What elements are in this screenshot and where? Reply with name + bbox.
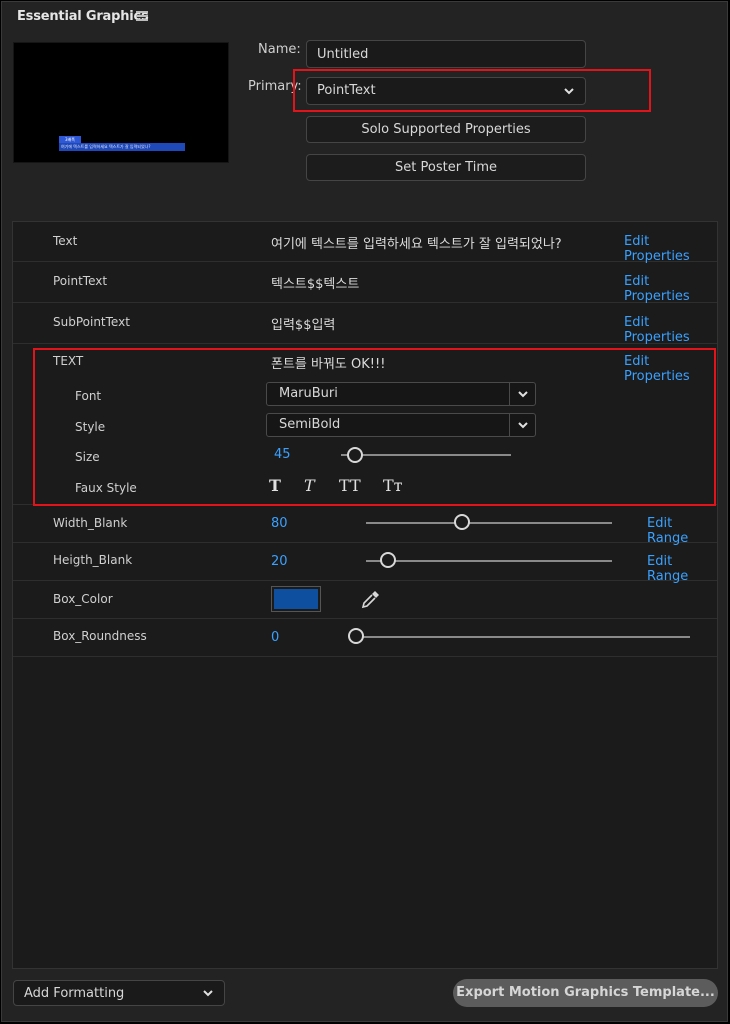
hamburger-icon[interactable] — [136, 11, 148, 22]
font-dropdown-toggle[interactable] — [509, 383, 535, 405]
edit-properties-link[interactable]: Edit Properties — [624, 315, 717, 345]
property-value[interactable]: 폰트를 바꿔도 OK!!! — [271, 353, 385, 372]
edit-range-link[interactable]: Edit Range — [647, 554, 717, 584]
export-motion-graphics-template-button[interactable]: Export Motion Graphics Template... — [453, 979, 718, 1007]
faux-bold-button[interactable]: T — [269, 476, 281, 495]
size-value[interactable]: 45 — [274, 447, 291, 462]
property-row-heigth-blank: Heigth_Blank 20 Edit Range — [13, 543, 717, 584]
faux-style-label: Faux Style — [75, 481, 137, 495]
property-label: TEXT — [53, 354, 84, 368]
all-caps-button[interactable]: TT — [339, 476, 361, 495]
preview-caption: 여기에 텍스트를 입력하세요 텍스트가 잘 입력되었나? — [59, 143, 185, 151]
style-label: Style — [75, 420, 106, 434]
panel-title: Essential Graphics — [17, 9, 149, 24]
box-color-fill — [274, 589, 318, 609]
name-field-value: Untitled — [317, 47, 369, 62]
property-group-text: TEXT 폰트를 바꿔도 OK!!! Edit Properties Font … — [13, 344, 717, 505]
property-row-text: Text 여기에 텍스트를 입력하세요 텍스트가 잘 입력되었나? Edit P… — [13, 222, 717, 264]
edit-range-link[interactable]: Edit Range — [647, 516, 717, 546]
set-poster-time-button[interactable]: Set Poster Time — [306, 154, 586, 181]
property-label: Box_Roundness — [53, 629, 147, 643]
property-row-subpointtext: SubPointText 입력$$입력 Edit Properties — [13, 303, 717, 345]
template-preview-thumbnail: 3배폭 여기에 텍스트를 입력하세요 텍스트가 잘 입력되었나? — [13, 42, 229, 163]
property-value[interactable]: 여기에 텍스트를 입력하세요 텍스트가 잘 입력되었나? — [271, 233, 562, 252]
property-label: PointText — [53, 274, 108, 288]
box-roundness-value[interactable]: 0 — [271, 630, 279, 645]
size-label: Size — [75, 450, 100, 464]
property-label: Width_Blank — [53, 516, 128, 530]
edit-properties-link[interactable]: Edit Properties — [624, 274, 717, 304]
box-roundness-slider-knob[interactable] — [348, 628, 364, 644]
width-blank-value[interactable]: 80 — [271, 516, 288, 531]
faux-style-buttons: T T TT Tт — [269, 476, 429, 496]
property-label: SubPointText — [53, 315, 130, 329]
heigth-blank-value[interactable]: 20 — [271, 554, 288, 569]
preview-tag: 3배폭 — [59, 136, 81, 143]
style-dropdown-toggle[interactable] — [509, 414, 535, 436]
primary-dropdown[interactable]: PointText — [306, 77, 586, 105]
heigth-blank-slider-track[interactable] — [366, 560, 612, 562]
name-label: Name: — [258, 42, 301, 57]
eyedropper-icon[interactable] — [360, 588, 382, 610]
chevron-down-icon — [518, 422, 528, 429]
faux-italic-button[interactable]: T — [304, 476, 315, 495]
heigth-blank-slider-knob[interactable] — [380, 552, 397, 568]
primary-label: Primary: — [248, 79, 302, 94]
small-caps-button[interactable]: Tт — [383, 476, 403, 495]
property-value[interactable]: 입력$$입력 — [271, 314, 335, 333]
property-row-box-color: Box_Color — [13, 581, 717, 619]
chevron-down-icon — [203, 990, 213, 997]
solo-supported-properties-button[interactable]: Solo Supported Properties — [306, 116, 586, 143]
width-blank-slider-knob[interactable] — [453, 514, 470, 530]
add-formatting-label: Add Formatting — [24, 986, 125, 1001]
property-label: Text — [53, 234, 78, 248]
property-label: Box_Color — [53, 592, 113, 606]
font-dropdown[interactable]: MaruBuri — [266, 382, 536, 406]
add-formatting-dropdown[interactable]: Add Formatting — [13, 980, 225, 1006]
font-dropdown-value: MaruBuri — [279, 386, 338, 401]
font-label: Font — [75, 389, 102, 403]
property-row-box-roundness: Box_Roundness 0 — [13, 619, 717, 657]
property-label: Heigth_Blank — [53, 553, 133, 567]
width-blank-slider-track[interactable] — [366, 522, 612, 524]
chevron-down-icon — [564, 88, 574, 95]
property-row-width-blank: Width_Blank 80 Edit Range — [13, 505, 717, 546]
size-slider-knob[interactable] — [346, 447, 363, 463]
box-color-swatch[interactable] — [271, 586, 321, 612]
style-dropdown[interactable]: SemiBold — [266, 413, 536, 437]
property-value[interactable]: 텍스트$$텍스트 — [271, 273, 359, 292]
primary-dropdown-value: PointText — [317, 83, 376, 98]
property-row-pointtext: PointText 텍스트$$텍스트 Edit Properties — [13, 262, 717, 304]
chevron-down-icon — [518, 391, 528, 398]
name-field[interactable]: Untitled — [306, 40, 586, 68]
style-dropdown-value: SemiBold — [279, 417, 341, 432]
size-slider-track[interactable] — [341, 454, 511, 456]
edit-properties-link[interactable]: Edit Properties — [624, 354, 717, 384]
edit-properties-link[interactable]: Edit Properties — [624, 234, 717, 264]
box-roundness-slider-track[interactable] — [356, 636, 690, 638]
